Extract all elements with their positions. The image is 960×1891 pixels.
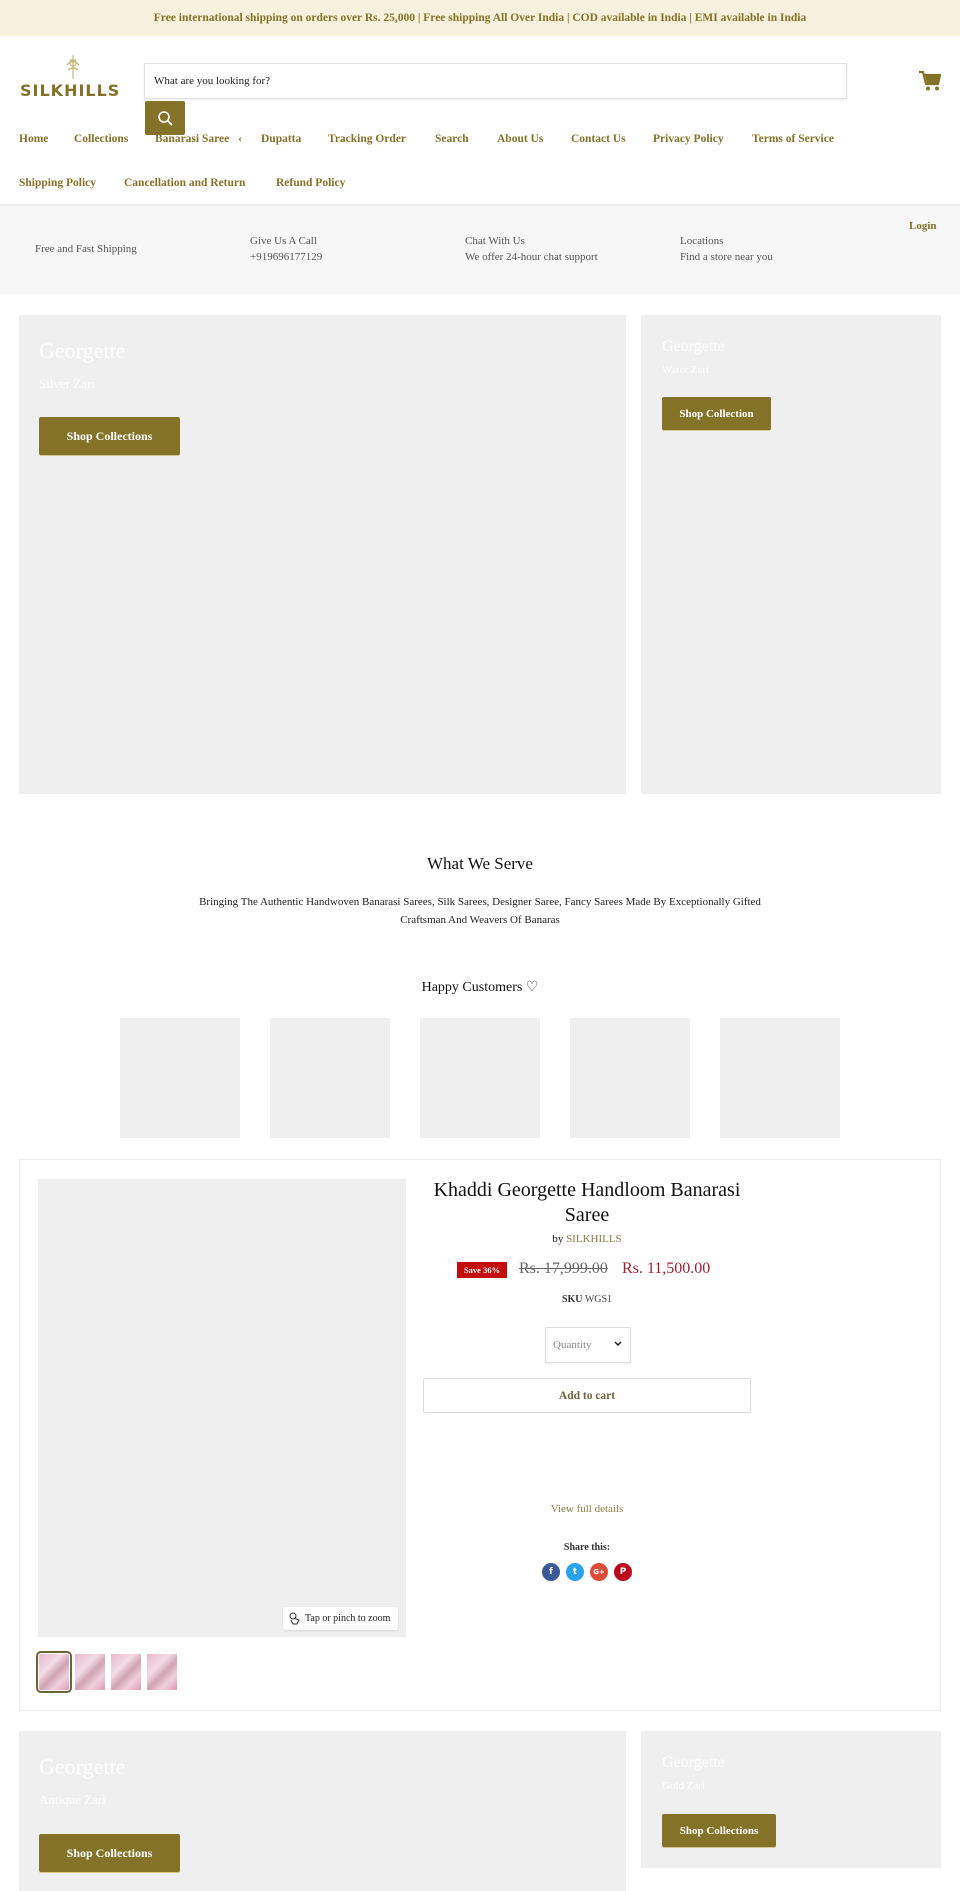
nav-refund-policy[interactable]: Refund Policy (276, 177, 345, 189)
promo-subtitle: Silver Zari (39, 376, 95, 391)
info-chat[interactable]: Chat With Us We offer 24-hour chat suppo… (465, 233, 598, 265)
cart-button[interactable] (918, 70, 942, 92)
view-full-details-link[interactable]: View full details (420, 1503, 754, 1515)
shop-collections-button[interactable]: Shop Collections (39, 1834, 180, 1872)
save-badge: Save 36% (457, 1262, 507, 1278)
promo-title: Georgette (39, 338, 126, 363)
nav-terms-of-service[interactable]: Terms of Service (752, 133, 834, 145)
chevron-left-icon: ‹ (238, 133, 242, 145)
nav-banarasi-saree-label: Banarasi Saree (155, 133, 230, 145)
quantity-placeholder: Quantity (553, 1339, 592, 1351)
info-locations-subtitle: Find a store near you (680, 251, 773, 263)
vendor-link[interactable]: SILKHILLS (566, 1233, 622, 1245)
facebook-share-icon[interactable]: f (542, 1563, 560, 1581)
twitter-share-icon[interactable]: t (566, 1563, 584, 1581)
shop-collection-button[interactable]: Shop Collection (662, 397, 771, 430)
zoom-hint-text: Tap or pinch to zoom (305, 1613, 391, 1624)
nav-search[interactable]: Search (435, 133, 469, 145)
add-to-cart-button[interactable]: Add to cart (423, 1378, 751, 1413)
by-label: by (552, 1233, 564, 1245)
info-chat-subtitle: We offer 24-hour chat support (465, 251, 598, 263)
promo-title: Georgette (662, 338, 725, 355)
customer-image[interactable] (720, 1018, 840, 1138)
search-box (144, 63, 847, 99)
nav-collections[interactable]: Collections (74, 133, 128, 145)
product-sku: SKU WGS1 (420, 1294, 754, 1305)
nav-about-us[interactable]: About Us (497, 133, 543, 145)
customer-image[interactable] (120, 1018, 240, 1138)
customer-image[interactable] (570, 1018, 690, 1138)
share-label: Share this: (563, 1542, 611, 1553)
login-link[interactable]: Login (909, 220, 937, 232)
info-chat-title: Chat With Us (465, 235, 525, 247)
zoom-hint[interactable]: Tap or pinch to zoom (283, 1607, 398, 1630)
sale-price: Rs. 11,500.00 (622, 1260, 711, 1277)
info-call-title: Give Us A Call (250, 235, 317, 247)
info-shipping-title: Free and Fast Shipping (35, 243, 137, 255)
search-icon (158, 111, 173, 126)
info-call-phone: +919696177129 (250, 251, 323, 263)
nav-banarasi-saree[interactable]: Banarasi Saree ‹ (155, 133, 242, 145)
shop-collections-button[interactable]: Shop Collections (39, 417, 180, 455)
info-call[interactable]: Give Us A Call +919696177129 (250, 233, 322, 265)
logo-text: SILKHILLS (20, 81, 121, 100)
chevron-down-icon (614, 1341, 622, 1347)
nav-contact-us[interactable]: Contact Us (571, 133, 626, 145)
product-thumbnail[interactable] (36, 1651, 72, 1693)
promo-title: Georgette (662, 1754, 725, 1771)
product-thumbnail[interactable] (75, 1654, 105, 1690)
info-locations[interactable]: Locations Find a store near you (680, 233, 773, 265)
nav-tracking-order[interactable]: Tracking Order (328, 133, 406, 145)
sku-value: WGS1 (584, 1294, 613, 1305)
customer-image[interactable] (420, 1018, 540, 1138)
promo-subtitle: Antique Zari (39, 1792, 106, 1807)
nav-cancellation-and-return[interactable]: Cancellation and Return (124, 177, 245, 189)
customer-image[interactable] (270, 1018, 390, 1138)
promo-title: Georgette (39, 1754, 126, 1779)
what-we-serve-text: Bringing The Authentic Handwoven Banaras… (199, 896, 761, 926)
shop-collections-button[interactable]: Shop Collections (662, 1814, 776, 1847)
happy-customers-heading: Happy Customers ♡ (421, 980, 539, 995)
product-title: Khaddi Georgette Handloom Banarasi Saree (433, 1179, 741, 1226)
nav-shipping-policy[interactable]: Shipping Policy (19, 177, 96, 189)
product-main-image[interactable] (38, 1179, 406, 1637)
promo-subtitle: Water Zari (662, 364, 710, 376)
sku-label: SKU (561, 1294, 583, 1305)
cart-icon (919, 70, 942, 91)
pinterest-share-icon[interactable]: P (614, 1563, 632, 1581)
announcement-bar: Free international shipping on orders ov… (0, 0, 960, 36)
info-shipping[interactable]: Free and Fast Shipping (35, 241, 137, 257)
nav-home[interactable]: Home (19, 133, 48, 145)
search-input[interactable] (145, 64, 846, 98)
promo-card-large[interactable] (19, 315, 626, 794)
pinch-zoom-icon (289, 1612, 300, 1625)
nav-dupatta[interactable]: Dupatta (261, 133, 301, 145)
logo-emblem-icon (66, 55, 80, 79)
google-plus-share-icon[interactable]: G+ (590, 1563, 608, 1581)
promo-subtitle: Gold Zari (662, 1780, 706, 1792)
promo-card-small[interactable] (641, 315, 941, 794)
search-button[interactable] (145, 101, 185, 135)
nav-privacy-policy[interactable]: Privacy Policy (653, 133, 724, 145)
product-thumbnail[interactable] (147, 1654, 177, 1690)
product-vendor-line: by SILKHILLS (420, 1233, 754, 1245)
logo[interactable]: SILKHILLS (18, 54, 128, 102)
product-thumbnail[interactable] (111, 1654, 141, 1690)
compare-at-price: Rs. 17,999.00 (519, 1260, 608, 1277)
promo-card-small[interactable] (641, 1731, 941, 1868)
quantity-select[interactable]: Quantity (545, 1327, 631, 1363)
info-locations-title: Locations (680, 235, 724, 247)
what-we-serve-heading: What We Serve (427, 854, 533, 873)
